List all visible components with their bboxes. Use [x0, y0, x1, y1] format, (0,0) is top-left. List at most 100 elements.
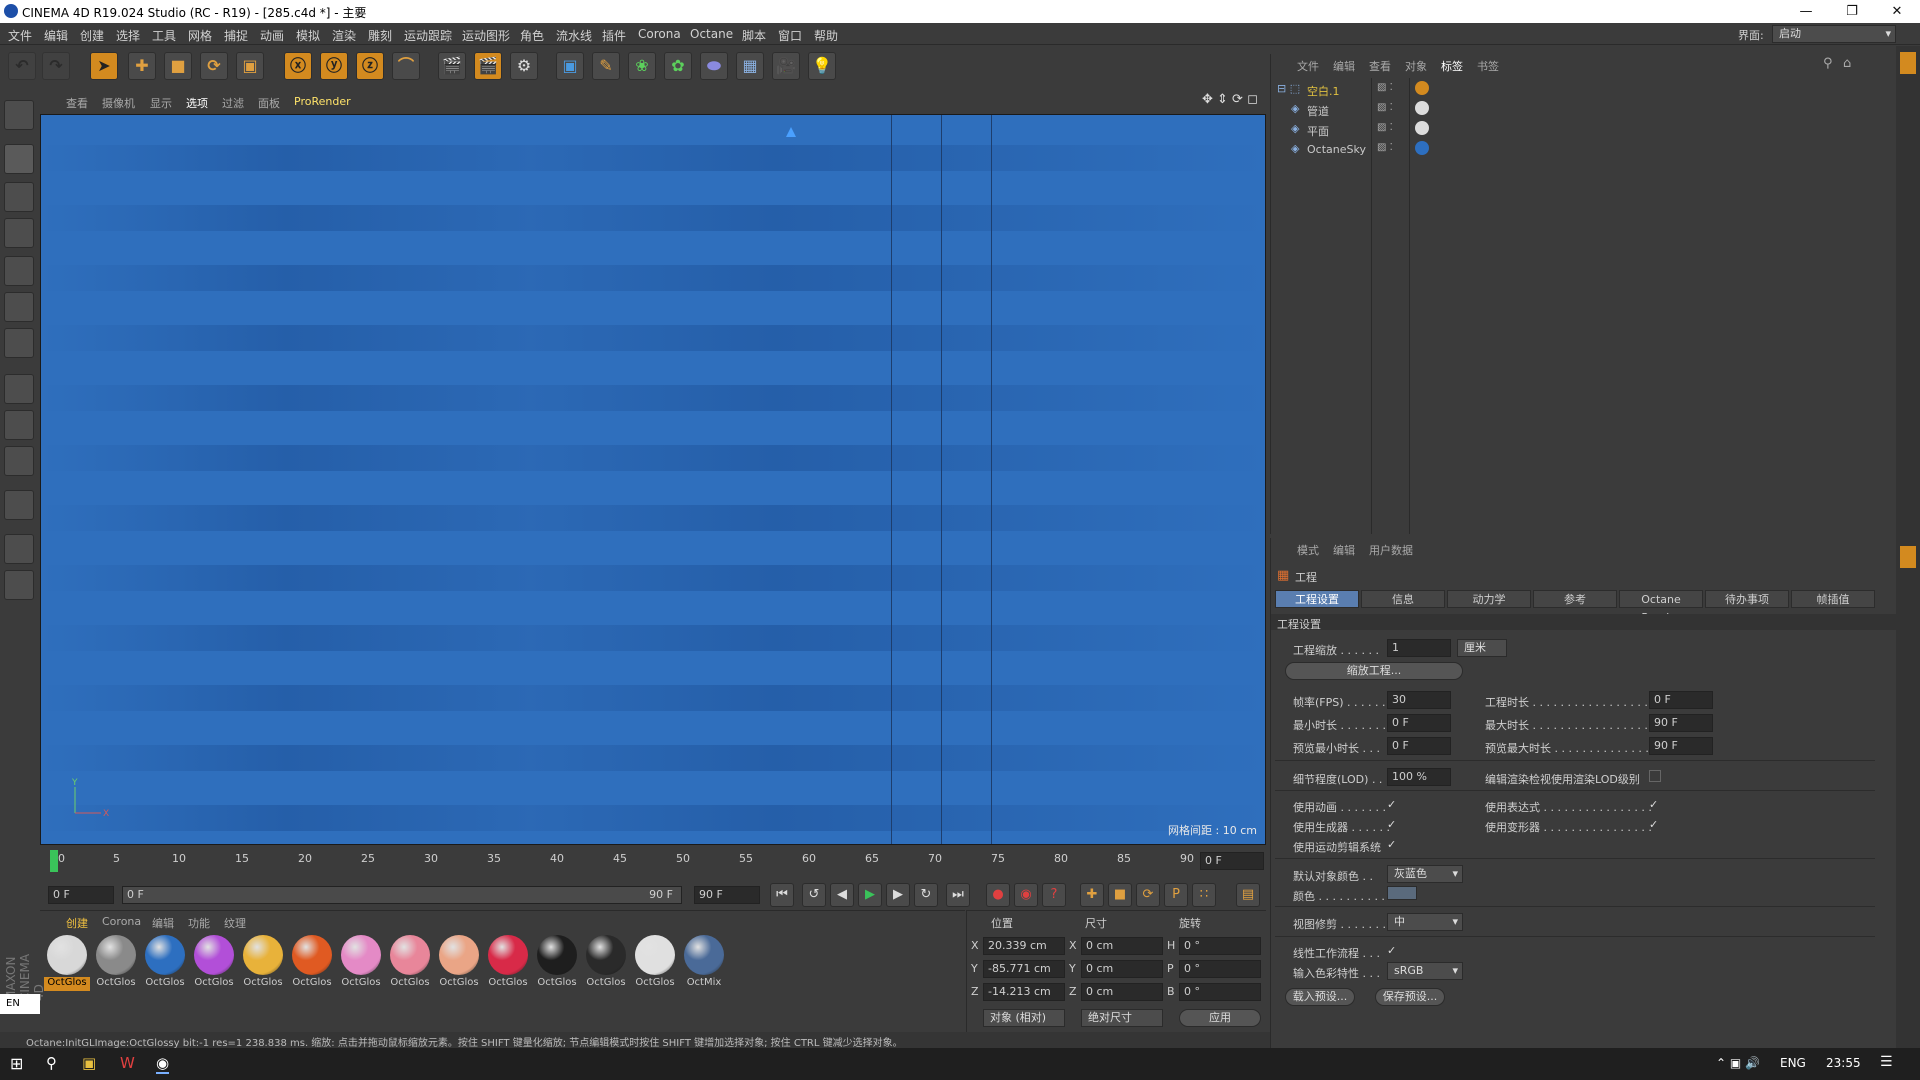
- lock-workplane-icon[interactable]: [4, 534, 34, 564]
- select-tool-icon[interactable]: ➤: [90, 52, 118, 80]
- pos-x-field[interactable]: 20.339 cm: [983, 937, 1065, 955]
- menu-mesh[interactable]: 网格: [188, 27, 212, 44]
- menu-window[interactable]: 窗口: [778, 27, 802, 44]
- visibility-toggle-icon[interactable]: ▨ ⁚: [1377, 82, 1393, 93]
- pos-y-field[interactable]: -85.771 cm: [983, 960, 1065, 978]
- material-item[interactable]: OctGlos: [485, 935, 531, 995]
- key-scale-icon[interactable]: ■: [1108, 883, 1132, 907]
- material-item[interactable]: OctGlos: [632, 935, 678, 995]
- key-rotation-icon[interactable]: ⟳: [1136, 883, 1160, 907]
- attr-menu-userdata[interactable]: 用户数据: [1369, 542, 1413, 558]
- key-position-icon[interactable]: ✚: [1080, 883, 1104, 907]
- render-lod-checkbox[interactable]: [1649, 770, 1661, 782]
- language-indicator[interactable]: EN: [0, 994, 40, 1014]
- undo-icon[interactable]: ↶: [8, 52, 36, 80]
- camera-icon[interactable]: 🎥: [772, 52, 800, 80]
- color-swatch[interactable]: [1387, 886, 1417, 900]
- obj-menu-objects[interactable]: 对象: [1405, 58, 1427, 74]
- menu-mograph[interactable]: 运动图形: [462, 27, 510, 44]
- search-icon[interactable]: ⚲: [1823, 56, 1833, 71]
- save-preset-button[interactable]: 保存预设...: [1375, 988, 1445, 1006]
- workplane-mode-icon[interactable]: [4, 218, 34, 248]
- attr-menu-edit[interactable]: 编辑: [1333, 542, 1355, 558]
- material-item[interactable]: OctMix: [681, 935, 727, 995]
- snap-icon[interactable]: [4, 446, 34, 476]
- use-expressions-checkbox[interactable]: ✓: [1649, 799, 1661, 811]
- y-axis-icon[interactable]: ⓨ: [320, 52, 348, 80]
- material-item[interactable]: OctGlos: [534, 935, 580, 995]
- object-name[interactable]: 平面: [1307, 123, 1329, 139]
- start-icon[interactable]: ⊞: [10, 1054, 23, 1073]
- material-item[interactable]: OctGlos: [44, 935, 90, 995]
- menu-corona[interactable]: Corona: [638, 27, 681, 41]
- mat-menu-texture[interactable]: 纹理: [224, 915, 246, 931]
- vp-menu-prorender[interactable]: ProRender: [294, 95, 351, 108]
- use-generators-checkbox[interactable]: ✓: [1387, 819, 1399, 831]
- current-frame-field[interactable]: 0 F: [1200, 852, 1264, 870]
- coordinate-system-icon[interactable]: ⌒: [392, 52, 420, 80]
- menu-file[interactable]: 文件: [8, 27, 32, 44]
- attr-menu-mode[interactable]: 模式: [1297, 542, 1319, 558]
- vp-menu-filter[interactable]: 过滤: [222, 95, 244, 111]
- render-picture-viewer-icon[interactable]: 🎬: [474, 52, 502, 80]
- render-settings-icon[interactable]: ⚙: [510, 52, 538, 80]
- floor-icon[interactable]: ▦: [736, 52, 764, 80]
- axis-mode-icon[interactable]: [4, 374, 34, 404]
- use-deformers-checkbox[interactable]: ✓: [1649, 819, 1661, 831]
- obj-menu-bookmarks[interactable]: 书签: [1477, 58, 1499, 74]
- tab-reference[interactable]: 参考: [1533, 590, 1617, 608]
- file-explorer-icon[interactable]: ▣: [82, 1054, 96, 1072]
- material-item[interactable]: OctGlos: [142, 935, 188, 995]
- visibility-toggle-icon[interactable]: ▨ ⁚: [1377, 102, 1393, 113]
- prev-frame-icon[interactable]: ◀: [830, 883, 854, 907]
- menu-help[interactable]: 帮助: [814, 27, 838, 44]
- tab-frame-interpolation[interactable]: 帧插值: [1791, 590, 1875, 608]
- rot-b-field[interactable]: 0 °: [1179, 983, 1261, 1001]
- tab-info[interactable]: 信息: [1361, 590, 1445, 608]
- start-frame-field[interactable]: 0 F: [48, 886, 114, 904]
- key-pla-icon[interactable]: ∷: [1192, 883, 1216, 907]
- timeline-layout-icon[interactable]: ▤: [1236, 883, 1260, 907]
- visibility-toggle-icon[interactable]: ▨ ⁚: [1377, 122, 1393, 133]
- material-item[interactable]: OctGlos: [93, 935, 139, 995]
- menu-character[interactable]: 角色: [520, 27, 544, 44]
- size-x-field[interactable]: 0 cm: [1081, 937, 1163, 955]
- mat-menu-function[interactable]: 功能: [188, 915, 210, 931]
- recent-tool-icon[interactable]: ▣: [236, 52, 264, 80]
- pen-icon[interactable]: ✎: [592, 52, 620, 80]
- interface-select[interactable]: 启动 ▾: [1772, 25, 1896, 43]
- view-clipping-select[interactable]: 中 ▾: [1387, 913, 1463, 931]
- next-key-icon[interactable]: ↻: [914, 883, 938, 907]
- menu-edit[interactable]: 编辑: [44, 27, 68, 44]
- points-mode-icon[interactable]: [4, 256, 34, 286]
- subdivision-icon[interactable]: ❀: [628, 52, 656, 80]
- mat-menu-create[interactable]: 创建: [66, 915, 88, 931]
- vp-menu-options[interactable]: 选项: [186, 95, 208, 111]
- use-animation-checkbox[interactable]: ✓: [1387, 799, 1399, 811]
- object-name[interactable]: OctaneSky: [1307, 143, 1366, 156]
- play-icon[interactable]: ▶: [858, 883, 882, 907]
- obj-menu-edit[interactable]: 编辑: [1333, 58, 1355, 74]
- visibility-toggle-icon[interactable]: ▨ ⁚: [1377, 142, 1393, 153]
- home-icon[interactable]: ⌂: [1843, 56, 1851, 71]
- wps-icon[interactable]: W: [120, 1054, 135, 1072]
- timeline-ruler[interactable]: 0 5 10 15 20 25 30 35 40 45 50 55 60 65 …: [40, 846, 1266, 880]
- go-to-start-icon[interactable]: ⏮: [770, 883, 794, 907]
- menu-plugins[interactable]: 插件: [602, 27, 626, 44]
- object-row[interactable]: ◈ 平面 ▨ ⁚: [1273, 120, 1893, 138]
- menu-create[interactable]: 创建: [80, 27, 104, 44]
- keyframe-selection-icon[interactable]: ?: [1042, 883, 1066, 907]
- restore-button[interactable]: ❐: [1829, 0, 1875, 23]
- polygons-mode-icon[interactable]: [4, 328, 34, 358]
- material-item[interactable]: OctGlos: [583, 935, 629, 995]
- fps-field[interactable]: 30: [1387, 691, 1451, 709]
- cinema4d-taskbar-icon[interactable]: ◉: [156, 1054, 170, 1074]
- default-color-select[interactable]: 灰蓝色 ▾: [1387, 865, 1463, 883]
- project-length-field[interactable]: 0 F: [1649, 691, 1713, 709]
- menu-octane[interactable]: Octane: [690, 27, 733, 41]
- array-icon[interactable]: ✿: [664, 52, 692, 80]
- objects-tab[interactable]: [1900, 52, 1916, 74]
- rotate-tool-icon[interactable]: ⟳: [200, 52, 228, 80]
- vp-menu-view[interactable]: 查看: [66, 95, 88, 111]
- viewport[interactable]: Y X 网格间距 : 10 cm: [40, 114, 1266, 845]
